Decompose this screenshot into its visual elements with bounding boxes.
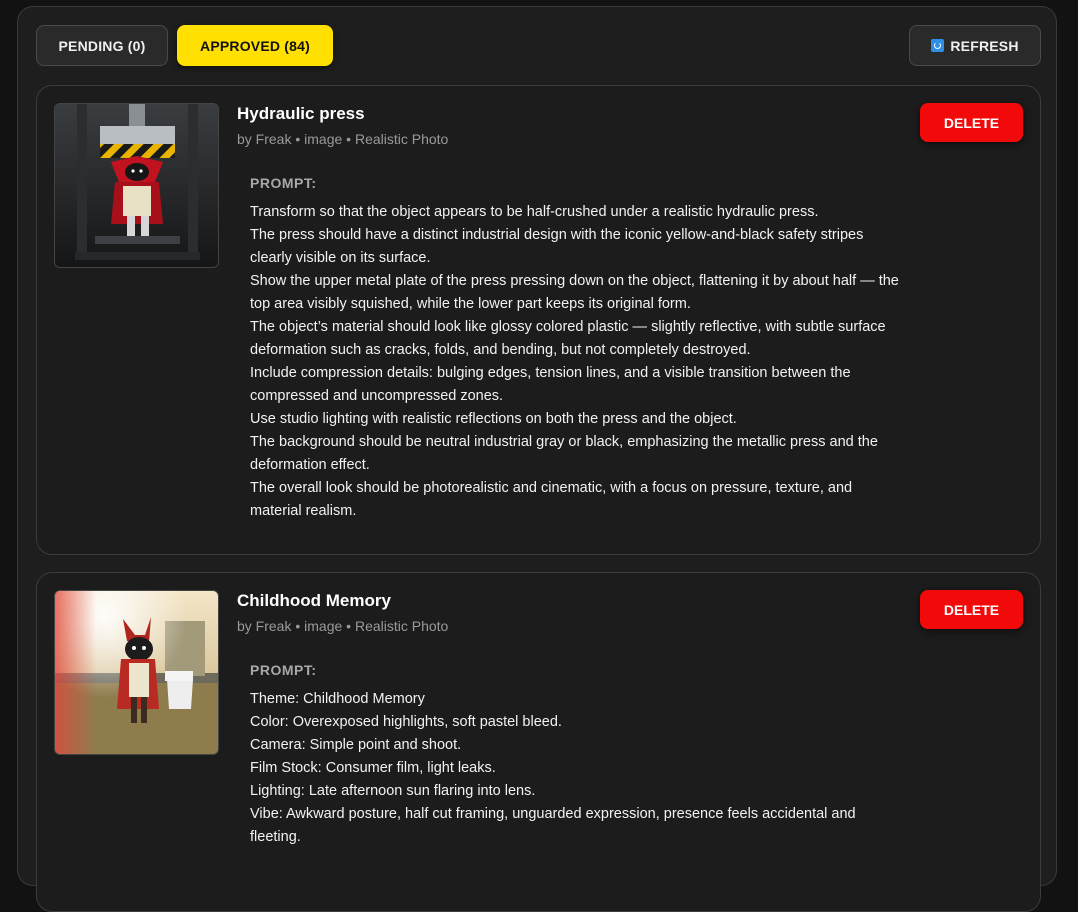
prompt-line: The press should have a distinct industr… <box>250 227 864 266</box>
delete-button[interactable]: DELETE <box>920 103 1023 142</box>
card-title: Hydraulic press <box>237 104 365 123</box>
approval-panel: PENDING (0) APPROVED (84) REFRESH Hydrau… <box>17 6 1057 912</box>
prompt-line: Lighting: Late afternoon sun flaring int… <box>250 783 536 799</box>
card-meta: by Freak • image • Realistic Photo <box>237 618 449 634</box>
delete-button[interactable]: DELETE <box>920 590 1023 629</box>
submission-thumbnail[interactable] <box>54 103 219 268</box>
prompt-text: Theme: Childhood Memory Color: Overexpos… <box>250 688 900 849</box>
tab-pending[interactable]: PENDING (0) <box>36 25 168 66</box>
prompt-line: The background should be neutral industr… <box>250 434 878 473</box>
prompt-line: Film Stock: Consumer film, light leaks. <box>250 760 496 776</box>
prompt-line: The object’s material should look like g… <box>250 319 886 358</box>
prompt-label: PROMPT: <box>250 175 317 191</box>
card-meta: by Freak • image • Realistic Photo <box>237 131 449 147</box>
prompt-line: Use studio lighting with realistic refle… <box>250 411 737 427</box>
prompt-line: Vibe: Awkward posture, half cut framing,… <box>250 806 856 845</box>
prompt-line: Transform so that the object appears to … <box>250 204 819 220</box>
prompt-line: Theme: Childhood Memory <box>250 691 425 707</box>
refresh-icon <box>931 39 945 52</box>
refresh-label: REFRESH <box>950 37 1019 54</box>
submission-thumbnail[interactable] <box>54 590 219 755</box>
prompt-line: The overall look should be photorealisti… <box>250 480 853 519</box>
tab-approved[interactable]: APPROVED (84) <box>177 25 333 66</box>
hydraulic-press-image <box>55 104 218 267</box>
card-title: Childhood Memory <box>237 591 391 610</box>
prompt-line: Show the upper metal plate of the press … <box>250 273 899 312</box>
submission-card: Hydraulic press by Freak • image • Reali… <box>36 85 1041 555</box>
prompt-label: PROMPT: <box>250 662 317 678</box>
childhood-memory-image <box>55 591 218 754</box>
refresh-button[interactable]: REFRESH <box>909 25 1041 66</box>
prompt-line: Camera: Simple point and shoot. <box>250 737 462 753</box>
submission-card: Childhood Memory by Freak • image • Real… <box>36 572 1041 912</box>
prompt-line: Include compression details: bulging edg… <box>250 365 851 404</box>
prompt-line: Color: Overexposed highlights, soft past… <box>250 714 562 730</box>
prompt-text: Transform so that the object appears to … <box>250 201 900 523</box>
